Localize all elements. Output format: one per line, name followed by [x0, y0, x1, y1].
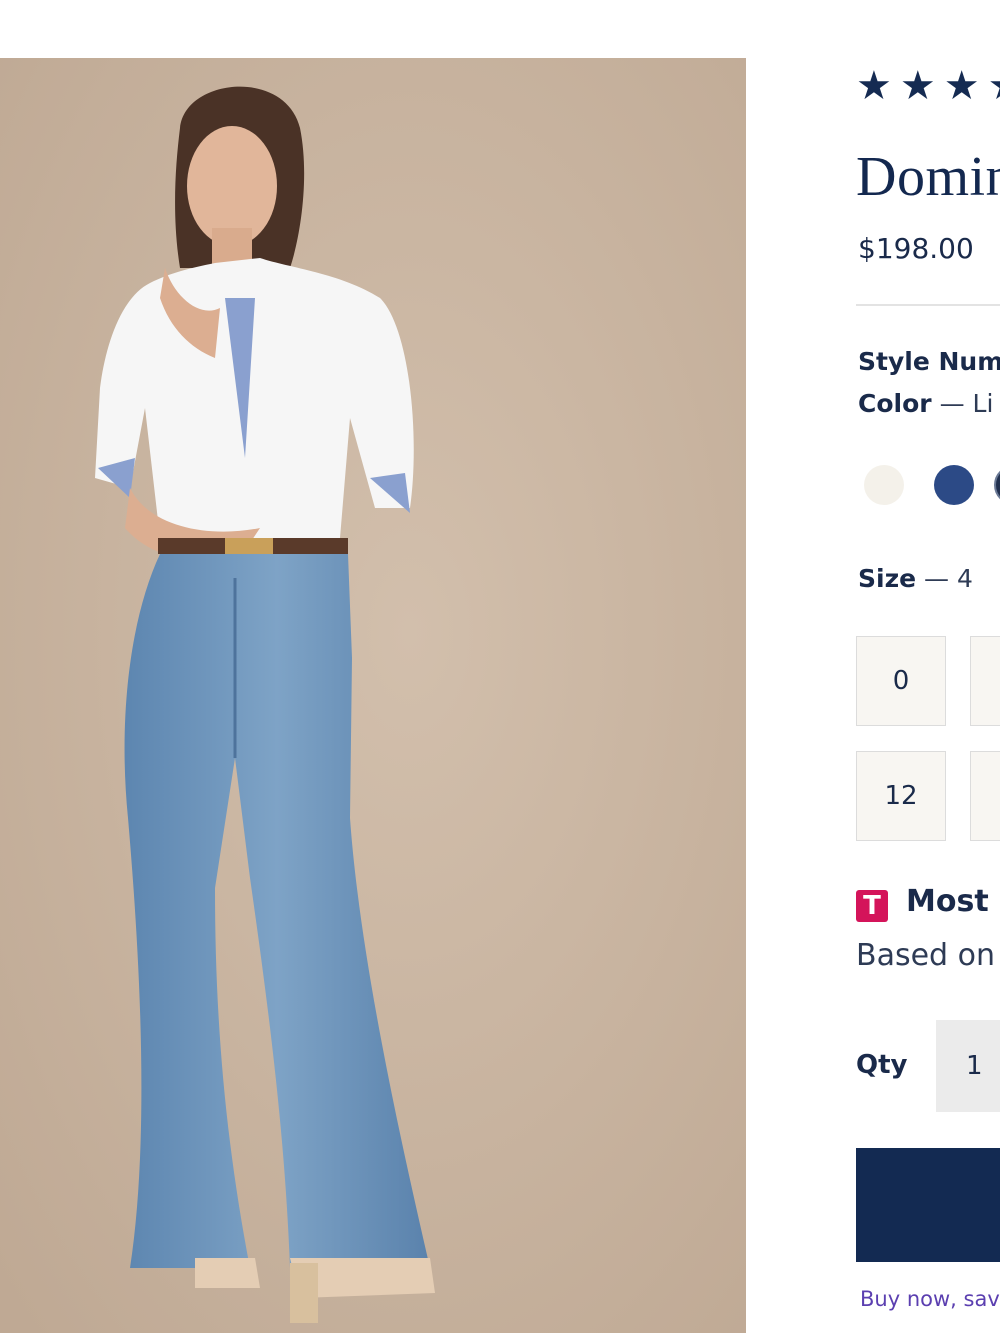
true-fit-badge-icon: T	[856, 890, 888, 922]
color-value: — Li	[939, 389, 994, 418]
star-icon: ★	[943, 63, 980, 109]
swatch-dark[interactable]	[994, 465, 1000, 505]
size-label: Size	[858, 564, 917, 593]
swatch-navy[interactable]	[934, 465, 974, 505]
size-value: — 4	[924, 564, 973, 593]
color-selection: Color — Li	[858, 389, 993, 418]
add-to-bag-button[interactable]	[856, 1148, 1000, 1262]
rating-stars[interactable]: ★ ★ ★ ★	[856, 66, 1000, 106]
size-option[interactable]: 12	[856, 751, 946, 841]
buy-now-pay-later-link[interactable]: Buy now, sav	[860, 1287, 1000, 1311]
model-photo	[0, 58, 746, 1333]
quantity-label: Qty	[856, 1050, 908, 1080]
fit-recommendation-title: Most s	[906, 884, 1000, 919]
product-title: Domin	[856, 146, 1000, 208]
style-number-label: Style Num	[858, 347, 1000, 376]
color-label: Color	[858, 389, 932, 418]
swatch-cream[interactable]	[864, 465, 904, 505]
size-option[interactable]	[970, 751, 1000, 841]
star-icon: ★	[856, 63, 892, 109]
product-image[interactable]	[0, 58, 746, 1333]
size-option[interactable]	[970, 636, 1000, 726]
star-icon: ★	[899, 63, 936, 109]
fit-recommendation-note: Based on	[856, 938, 995, 973]
style-number: Style Num	[858, 347, 1000, 376]
product-price: $198.00	[858, 232, 974, 265]
size-selection: Size — 4	[858, 564, 973, 593]
quantity-input[interactable]: 1	[936, 1020, 1000, 1112]
divider	[856, 304, 1000, 306]
size-option[interactable]: 0	[856, 636, 946, 726]
star-icon: ★	[988, 66, 1000, 106]
